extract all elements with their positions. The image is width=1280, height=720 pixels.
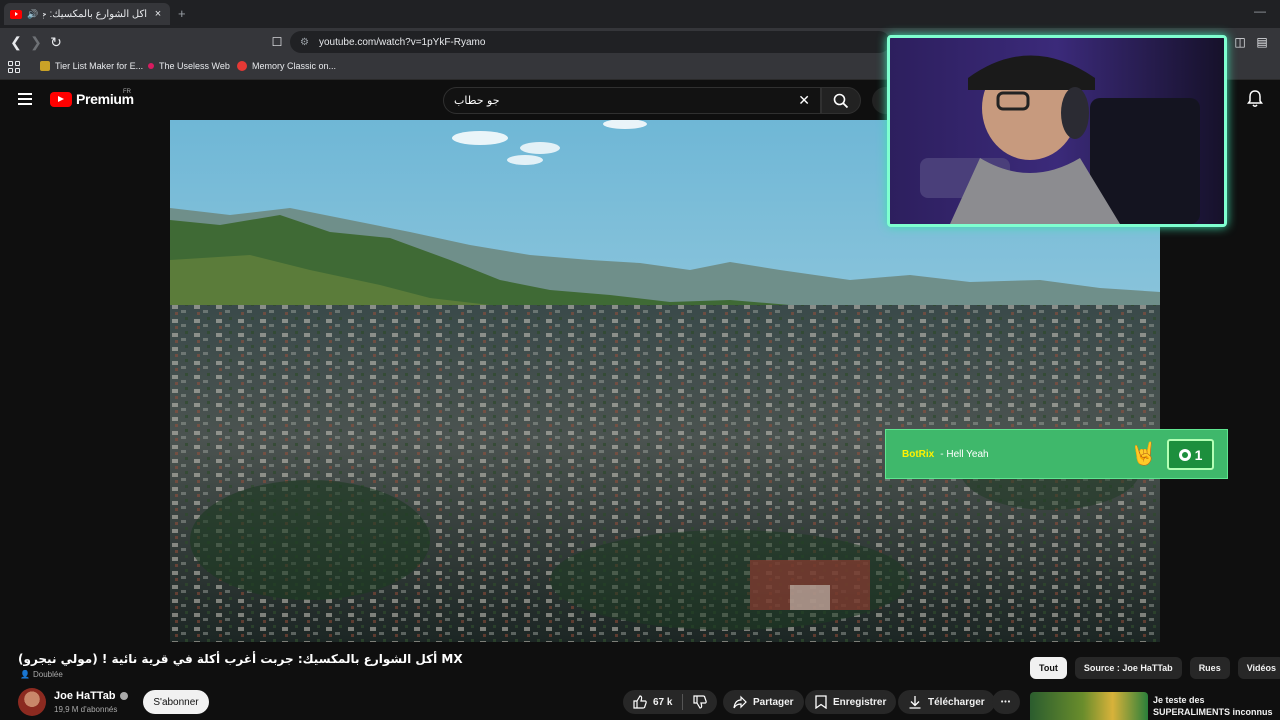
search-icon bbox=[833, 93, 849, 108]
filter-chips: Tout Source : Joe HaTTab Rues Vidéos bbox=[1030, 657, 1280, 679]
tab-close-icon[interactable]: × bbox=[152, 8, 164, 20]
address-bar[interactable]: ⚙ youtube.com/watch?v=1pYkF-Ryamo bbox=[290, 31, 890, 53]
youtube-favicon-icon bbox=[10, 9, 22, 19]
thumbs-down-icon[interactable] bbox=[693, 695, 708, 709]
like-dislike-group: 67 k bbox=[623, 690, 718, 714]
address-text: youtube.com/watch?v=1pYkF-Ryamo bbox=[318, 36, 486, 48]
search-box: ✕ bbox=[443, 87, 821, 114]
reload-icon[interactable]: ↻ bbox=[48, 33, 64, 51]
webcam-feed-image bbox=[890, 38, 1224, 224]
search-input[interactable] bbox=[454, 94, 799, 107]
download-button[interactable]: Télécharger bbox=[898, 690, 995, 714]
rock-hand-icon: 🤘 bbox=[1130, 441, 1158, 466]
bookmark-favicon-icon bbox=[40, 61, 50, 71]
menu-icon[interactable] bbox=[18, 93, 32, 105]
download-icon bbox=[909, 696, 921, 709]
share-icon bbox=[733, 695, 747, 709]
forward-icon[interactable]: ❯ bbox=[28, 33, 44, 51]
clear-search-icon[interactable]: ✕ bbox=[798, 92, 810, 109]
browser-tab[interactable]: 🔊 أكل الشوارع بالمكسيك: جربت أ × bbox=[4, 3, 170, 25]
channel-name-label: Joe HaTTab bbox=[54, 690, 116, 702]
bookmark-memory-classic[interactable]: Memory Classic on... bbox=[237, 61, 336, 71]
browser-tabstrip: 🔊 أكل الشوارع بالمكسيك: جربت أ × + — bbox=[0, 0, 1280, 28]
window-minimize-button[interactable]: — bbox=[1254, 4, 1266, 18]
dubbed-label: Doublée bbox=[32, 670, 63, 679]
region-code: FR bbox=[123, 89, 131, 95]
site-info-icon[interactable]: ⚙ bbox=[300, 37, 309, 48]
download-label: Télécharger bbox=[928, 696, 985, 708]
tab-title: أكل الشوارع بالمكسيك: جربت أ bbox=[43, 8, 147, 20]
like-count[interactable]: 67 k bbox=[653, 697, 672, 708]
chip-videos[interactable]: Vidéos bbox=[1237, 657, 1280, 679]
save-bookmark-icon bbox=[815, 695, 827, 709]
alert-counter: 1 bbox=[1167, 439, 1214, 470]
chip-streets[interactable]: Rues bbox=[1189, 657, 1230, 679]
apps-grid-icon[interactable] bbox=[8, 61, 20, 73]
thumbs-up-icon[interactable] bbox=[633, 695, 647, 709]
verified-icon bbox=[119, 692, 128, 700]
bookmark-tier-list[interactable]: Tier List Maker for E... bbox=[40, 61, 143, 71]
youtube-logo[interactable]: Premium bbox=[50, 91, 134, 107]
alert-message: - Hell Yeah bbox=[940, 448, 989, 460]
chip-source[interactable]: Source : Joe HaTTab bbox=[1074, 657, 1182, 679]
bookmark-label: Memory Classic on... bbox=[252, 61, 337, 71]
save-button[interactable]: Enregistrer bbox=[805, 690, 897, 714]
dubbed-icon: 👤 bbox=[20, 670, 30, 679]
recommended-video[interactable]: Je teste des SUPERALIMENTS inconnus dans… bbox=[1030, 692, 1280, 720]
like-divider bbox=[682, 694, 684, 710]
bookmark-favicon-icon bbox=[148, 63, 154, 69]
channel-avatar[interactable] bbox=[18, 688, 46, 716]
search-button[interactable] bbox=[821, 87, 861, 114]
extensions-icon[interactable]: ▤ bbox=[1254, 33, 1270, 51]
points-icon bbox=[1178, 448, 1191, 461]
bookmark-label: Tier List Maker for E... bbox=[55, 61, 144, 71]
dubbed-badge: 👤 Doublée bbox=[20, 670, 63, 679]
botrix-alert-banner: BotRix - Hell Yeah 🤘 1 bbox=[885, 429, 1228, 479]
youtube-play-icon bbox=[50, 91, 72, 107]
share-label: Partager bbox=[753, 696, 794, 708]
notifications-bell-icon[interactable] bbox=[1247, 90, 1263, 108]
channel-name[interactable]: Joe HaTTab bbox=[54, 690, 128, 702]
alert-count-value: 1 bbox=[1194, 446, 1203, 463]
streamer-webcam-overlay bbox=[887, 35, 1227, 227]
bookmark-favicon-icon bbox=[237, 61, 247, 71]
sidebar-icon[interactable]: ◫ bbox=[1232, 33, 1248, 51]
bookmark-star-icon[interactable]: ☐ bbox=[269, 33, 285, 51]
recommended-thumbnail[interactable] bbox=[1030, 692, 1148, 720]
bookmark-useless-web[interactable]: The Useless Web bbox=[148, 61, 230, 71]
video-title: أكل الشوارع بالمكسيك: جربت أغرب أكلة في … bbox=[18, 652, 463, 666]
share-button[interactable]: Partager bbox=[723, 690, 804, 714]
save-label: Enregistrer bbox=[833, 696, 887, 708]
recommended-title[interactable]: Je teste des SUPERALIMENTS inconnus dans… bbox=[1153, 694, 1280, 720]
subscribe-button[interactable]: S'abonner bbox=[143, 690, 209, 714]
back-icon[interactable]: ❮ bbox=[8, 33, 24, 51]
more-actions-button[interactable]: ••• bbox=[992, 690, 1020, 714]
audio-icon[interactable]: 🔊 bbox=[27, 9, 38, 20]
more-icon: ••• bbox=[1000, 698, 1012, 706]
new-tab-button[interactable]: + bbox=[178, 6, 186, 21]
alert-username: BotRix bbox=[902, 448, 935, 460]
bookmark-label: The Useless Web bbox=[159, 61, 230, 71]
subscriber-count: 19,9 M d'abonnés bbox=[54, 705, 118, 714]
chip-all[interactable]: Tout bbox=[1030, 657, 1067, 679]
